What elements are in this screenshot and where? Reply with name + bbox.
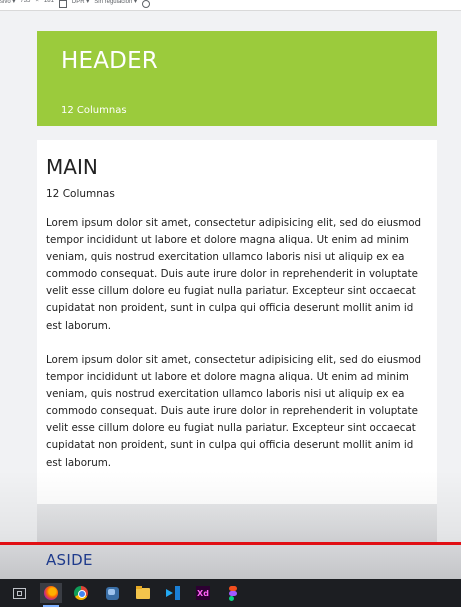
file-explorer-taskbar-button[interactable] — [132, 583, 154, 603]
height-input[interactable]: 181 — [44, 0, 54, 8]
edge-icon — [105, 586, 119, 600]
page-viewport: HEADER 12 Columnas MAIN 12 Columnas Lore… — [0, 11, 461, 584]
vscode-taskbar-button[interactable] — [162, 583, 184, 603]
figma-taskbar-button[interactable] — [222, 583, 244, 603]
header-title: HEADER — [61, 48, 158, 74]
dpr-dropdown[interactable]: DPR ▾ — [72, 0, 89, 8]
header-section: HEADER 12 Columnas — [37, 31, 437, 126]
vscode-icon — [166, 586, 180, 600]
task-view-icon — [12, 587, 26, 599]
firefox-taskbar-button[interactable] — [40, 583, 62, 607]
firefox-icon — [44, 586, 58, 600]
main-title: MAIN — [46, 155, 98, 179]
adobe-xd-icon: Xd — [196, 586, 210, 600]
dimension-separator: × — [35, 0, 39, 4]
rotate-icon[interactable] — [58, 0, 67, 8]
task-view-button[interactable] — [8, 583, 30, 603]
aside-title: ASIDE — [46, 551, 93, 569]
throttling-dropdown[interactable]: Sin regulación ▾ — [94, 0, 137, 8]
header-subtitle: 12 Columnas — [61, 105, 127, 116]
file-explorer-icon — [136, 585, 150, 599]
main-paragraph: Lorem ipsum dolor sit amet, consectetur … — [46, 217, 422, 332]
device-dropdown[interactable]: sivo ▾ — [0, 0, 15, 8]
figma-icon — [229, 586, 237, 601]
devtools-device-toolbar: sivo ▾ 735 × 181 DPR ▾ Sin regulación ▾ — [0, 0, 461, 11]
width-input[interactable]: 735 — [20, 0, 30, 8]
chrome-icon — [74, 586, 88, 600]
main-subtitle: 12 Columnas — [46, 188, 115, 200]
main-section: MAIN 12 Columnas Lorem ipsum dolor sit a… — [37, 140, 437, 504]
main-paragraph: Lorem ipsum dolor sit amet, consectetur … — [46, 354, 422, 469]
adobe-xd-taskbar-button[interactable]: Xd — [192, 583, 214, 603]
edge-taskbar-button[interactable] — [101, 583, 123, 603]
chrome-taskbar-button[interactable] — [70, 583, 92, 603]
sensor-icon[interactable] — [141, 0, 150, 8]
windows-taskbar: Xd — [0, 579, 461, 607]
